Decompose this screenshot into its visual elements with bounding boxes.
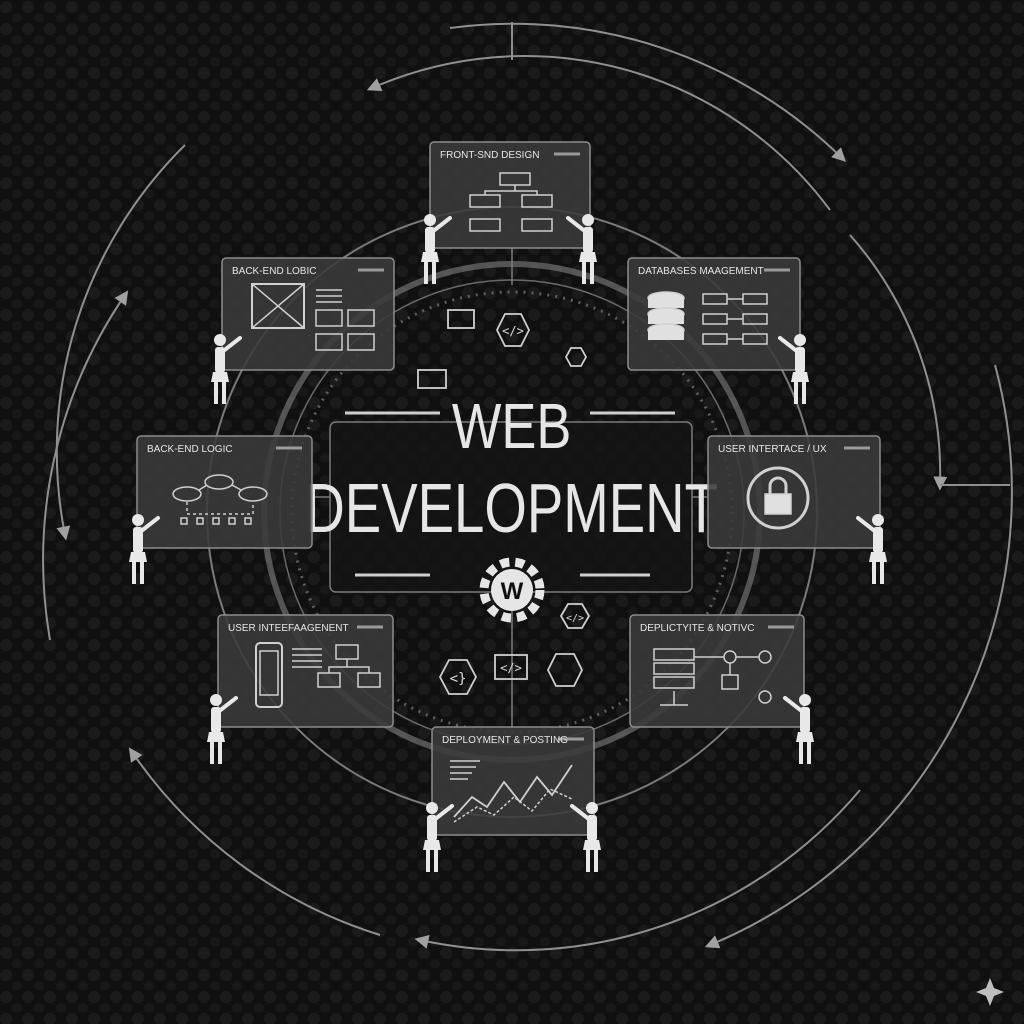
panel-label: BACK-END LOBIC — [232, 266, 316, 277]
panel-label: DATABASES MAAGEMENT — [638, 266, 764, 277]
web-development-diagram: WEB DEVELOPMENT W </> </> <} </> FRONT-S… — [0, 0, 1024, 1024]
panel-label: USER INTERTACE / UX — [718, 444, 827, 455]
panel-label: DEPLOYMENT & POSTING — [442, 735, 568, 746]
panel-label: USER INTEEFAAGENENT — [228, 623, 349, 634]
panel-label: FRONT-SND DESIGN — [440, 150, 539, 161]
gear-logo-letter: W — [501, 578, 524, 605]
code-glyph-small-right: </> — [566, 613, 584, 624]
code-glyph-bottom-mid: </> — [500, 661, 522, 675]
diagram-canvas: WEB DEVELOPMENT W </> </> <} </> FRONT-S… — [0, 0, 1024, 1024]
panel-label: DEPLICTYITE & NOTIVC — [640, 623, 754, 634]
panel-label: BACK-END LOGIC — [147, 444, 233, 455]
code-glyph-bottom-left: <} — [450, 671, 467, 687]
title-line-1: WEB — [452, 391, 572, 462]
code-glyph-top: </> — [502, 324, 524, 338]
gear-logo-icon: W — [479, 557, 545, 623]
title-line-2: DEVELOPMENT — [305, 470, 718, 548]
